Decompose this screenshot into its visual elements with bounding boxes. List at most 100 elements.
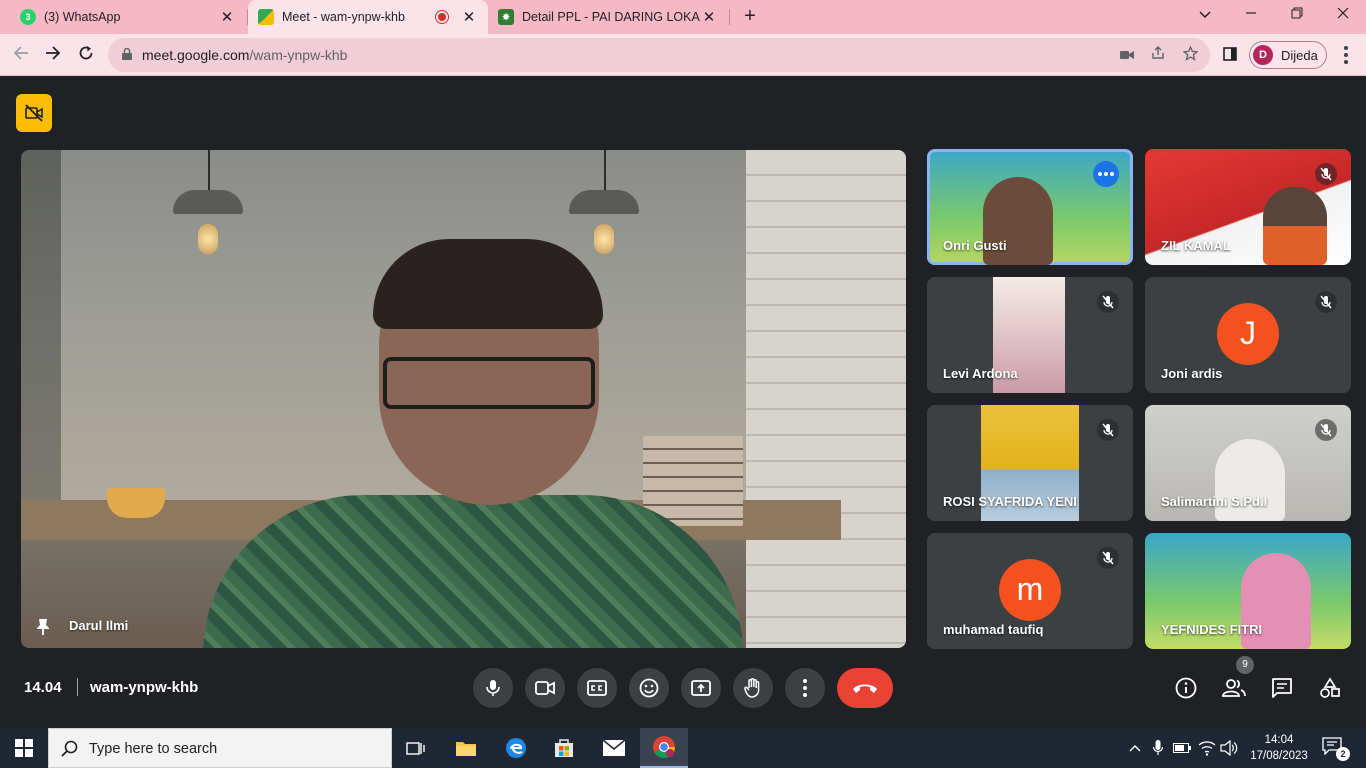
participant-name: YEFNIDES FITRI [1161,622,1263,637]
close-icon[interactable]: ✕ [700,8,718,26]
show-hidden-icons-button[interactable] [1126,739,1144,757]
background-cup [107,488,165,518]
file-explorer-button[interactable] [442,728,490,768]
lamp-cord [604,150,606,190]
share-icon[interactable] [1149,46,1167,64]
avatar: D [1253,45,1273,65]
battery-icon[interactable] [1173,739,1191,757]
more-vertical-icon [803,679,807,697]
notification-center-button[interactable]: 2 [1322,737,1350,761]
wifi-icon[interactable] [1198,739,1216,757]
activities-icon [1320,677,1340,698]
close-window-button[interactable] [1320,4,1366,28]
participant-name: Joni ardis [1161,366,1223,381]
mail-icon [602,739,626,756]
browser-toolbar: meet.google.com/wam-ynpw-khb D Dijeda [0,34,1366,76]
side-panel-icon [1223,47,1237,61]
chrome-button[interactable] [640,728,688,768]
more-options-button[interactable] [1093,161,1119,187]
participant-tile-levi-ardona[interactable]: Levi Ardona [927,277,1133,393]
reactions-button[interactable] [629,668,669,708]
reload-button[interactable] [73,42,99,68]
participant-tile-muhamad-taufiq[interactable]: m muhamad taufiq [927,533,1133,649]
tab-search-button[interactable] [1182,4,1228,28]
tab-whatsapp[interactable]: 3 (3) WhatsApp ✕ [10,0,246,34]
tab-title: Detail PPL - PAI DARING LOKAKARYA [522,10,700,24]
microphone-button[interactable] [473,668,513,708]
close-icon[interactable]: ✕ [460,8,478,26]
more-options-button[interactable] [785,668,825,708]
taskbar-search-box[interactable]: Type here to search [48,728,392,768]
camera-off-badge[interactable] [16,94,52,132]
menu-dot [1344,46,1348,50]
notification-count: 2 [1336,747,1350,761]
participant-name: muhamad taufiq [943,622,1044,637]
tab-title: (3) WhatsApp [44,10,121,24]
participant-name: Levi Ardona [943,366,1018,381]
chevron-up-icon [1129,745,1141,752]
avatar: J [1217,303,1279,365]
hand-icon [744,678,760,698]
chevron-down-icon [1199,11,1211,19]
forward-arrow-icon [46,46,61,60]
system-clock[interactable]: 14:04 17/08/2023 [1243,732,1315,764]
participant-tile-onri-gusti[interactable]: Onri Gusti [927,149,1133,265]
captions-button[interactable] [577,668,617,708]
mic-off-icon [1097,419,1119,441]
back-button[interactable] [8,42,34,68]
participant-tile-salimartini[interactable]: Salimartini S.Pd.I [1145,405,1351,521]
address-bar[interactable]: meet.google.com/wam-ynpw-khb [108,38,1210,72]
camera-button[interactable] [525,668,565,708]
microphone-icon [486,680,500,696]
tab-meet[interactable]: Meet - wam-ynpw-khb ✕ [248,0,488,34]
minimize-button[interactable] [1228,4,1274,28]
menu-dot [1344,53,1348,57]
mic-off-icon [1315,291,1337,313]
main-speaker-tile[interactable]: Darul Ilmi [21,150,906,648]
close-icon[interactable]: ✕ [218,8,236,26]
activities-button[interactable] [1316,674,1344,702]
present-screen-button[interactable] [681,668,721,708]
meeting-time: 14.04 [24,679,62,696]
new-tab-button[interactable]: + [738,5,762,29]
menu-dot [1344,60,1348,64]
video-camera-icon [535,681,555,695]
menu-dot [1098,172,1102,176]
edge-button[interactable] [492,728,540,768]
participant-name: Salimartini S.Pd.I [1161,494,1268,509]
search-icon [61,740,78,757]
forward-button[interactable] [40,42,66,68]
meeting-details-button[interactable] [1172,674,1200,702]
bookmark-star-icon[interactable] [1181,45,1199,64]
people-button[interactable] [1220,674,1248,702]
restore-button[interactable] [1274,4,1320,28]
system-date: 17/08/2023 [1250,750,1308,762]
start-button[interactable] [0,728,48,768]
participant-tile-zil-kamal[interactable]: ZIL KAMAL [1145,149,1351,265]
side-panel-button[interactable] [1217,42,1243,68]
pin-icon[interactable] [35,618,51,636]
participant-tile-yefnides-fitri[interactable]: YEFNIDES FITRI [1145,533,1351,649]
task-view-button[interactable] [392,728,440,768]
people-icon [1222,679,1246,697]
search-placeholder: Type here to search [89,741,218,757]
leave-call-button[interactable] [837,668,893,708]
browser-menu-button[interactable] [1336,42,1356,68]
tab-detail-ppl[interactable]: ✸ Detail PPL - PAI DARING LOKAKARYA ✕ [488,0,728,34]
whatsapp-icon: 3 [20,9,36,25]
volume-icon[interactable] [1220,739,1238,757]
mail-button[interactable] [590,728,638,768]
profile-chip[interactable]: D Dijeda [1249,41,1327,69]
mic-off-icon [1315,163,1337,185]
participant-name: ZIL KAMAL [1161,238,1231,253]
chat-button[interactable] [1268,674,1296,702]
participant-tile-rosi-syafrida-yeni[interactable]: ROSI SYAFRIDA YENI [927,405,1133,521]
windows-taskbar: Type here to search 14:04 17/08/2023 2 [0,728,1366,768]
microphone-tray-icon[interactable] [1149,739,1167,757]
raise-hand-button[interactable] [733,668,773,708]
background-brick-wall [746,150,906,648]
camera-in-use-icon[interactable] [1118,46,1136,64]
participant-tile-joni-ardis[interactable]: J Joni ardis [1145,277,1351,393]
profile-name: Dijeda [1281,47,1318,63]
microsoft-store-button[interactable] [540,728,588,768]
